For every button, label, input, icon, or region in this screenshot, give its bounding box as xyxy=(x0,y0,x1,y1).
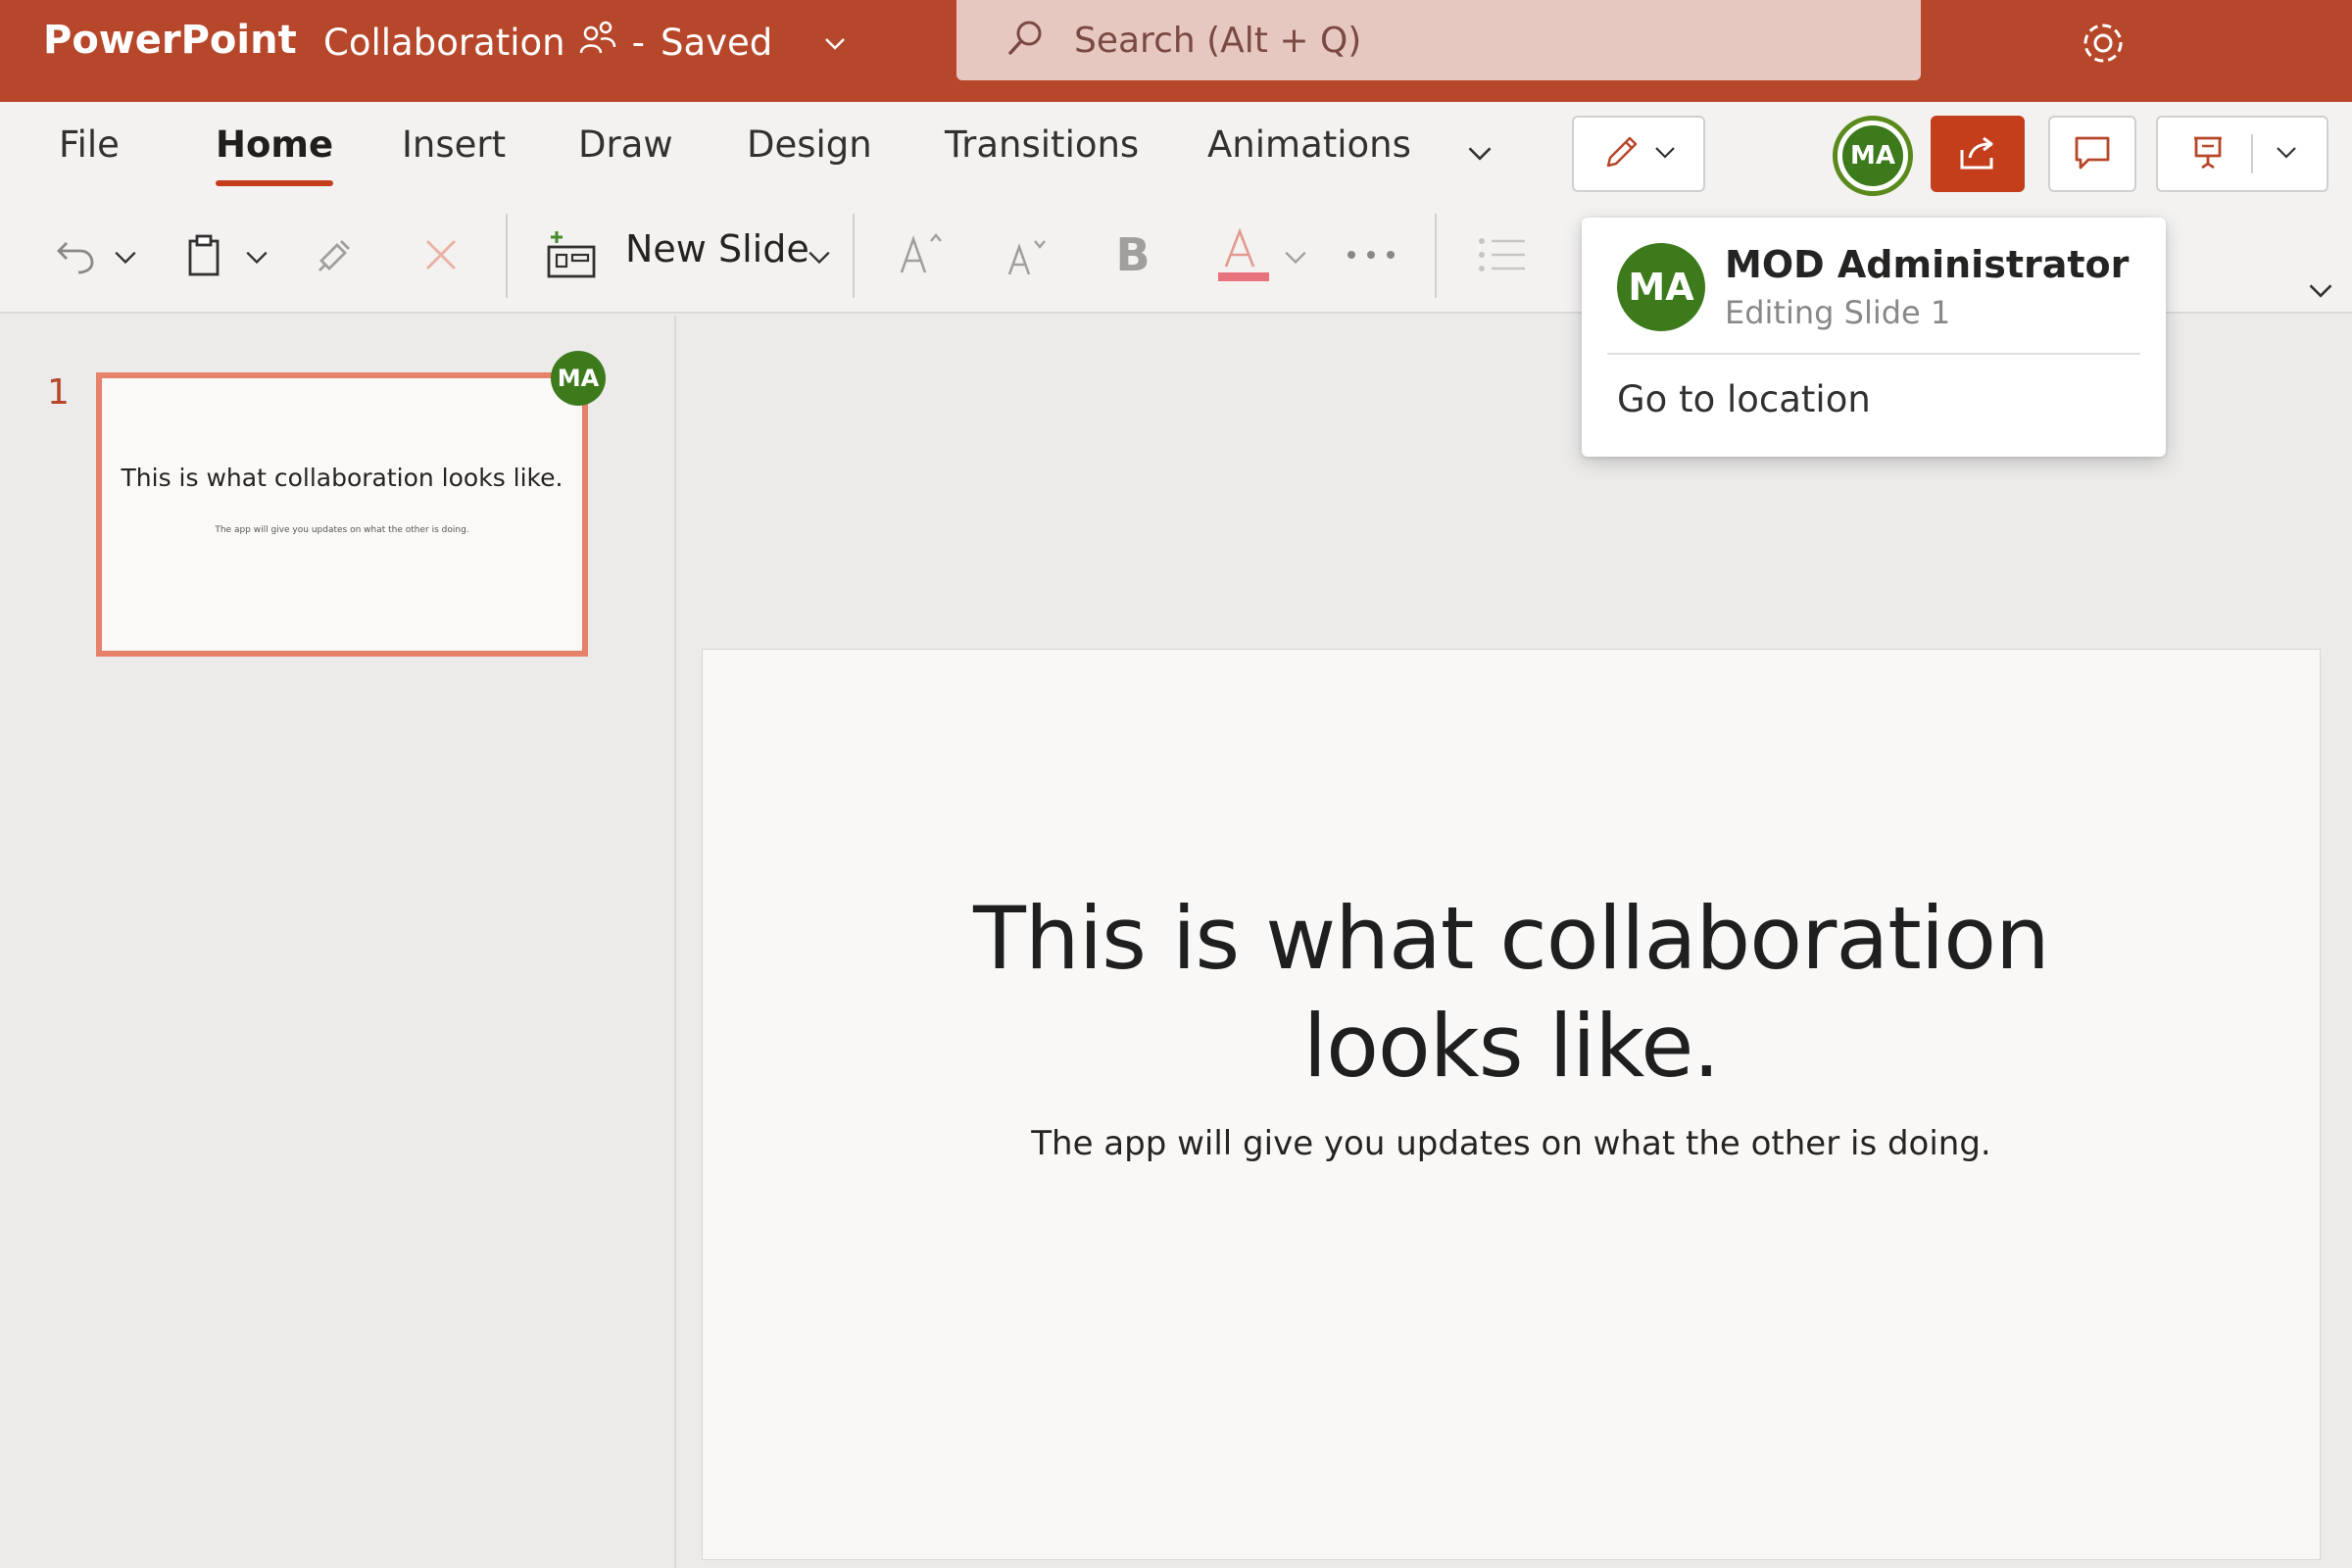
comments-button[interactable] xyxy=(2048,116,2136,192)
title-chevron-down-icon[interactable] xyxy=(823,22,847,64)
new-slide-icon[interactable] xyxy=(541,223,604,286)
new-slide-button[interactable]: New Slide xyxy=(625,227,809,270)
format-painter-icon[interactable] xyxy=(308,227,363,282)
present-icon xyxy=(2186,130,2230,177)
slide-thumbnail[interactable]: This is what collaboration looks like. T… xyxy=(96,372,588,657)
tab-draw[interactable]: Draw xyxy=(578,123,673,166)
slide-title-line: This is what collaboration xyxy=(973,888,2050,989)
slide-title[interactable]: This is what collaboration looks like. xyxy=(703,885,2320,1101)
new-slide-chevron-down-icon[interactable] xyxy=(802,239,837,274)
more-tabs-chevron-icon[interactable] xyxy=(1460,133,1499,172)
slide-canvas[interactable]: This is what collaboration looks like. T… xyxy=(702,649,2321,1560)
thumbnail-subtitle: The app will give you updates on what th… xyxy=(215,525,469,535)
tab-design[interactable]: Design xyxy=(747,123,872,166)
search-placeholder: Search (Alt + Q) xyxy=(1074,20,1362,61)
tab-animations[interactable]: Animations xyxy=(1207,123,1411,166)
increase-font-size-icon[interactable] xyxy=(890,223,953,286)
thumbnail-editor-badge: MA xyxy=(551,351,606,406)
bullets-list-icon[interactable] xyxy=(1470,223,1533,286)
font-color-chevron-down-icon[interactable] xyxy=(1278,239,1313,274)
shared-people-icon xyxy=(579,20,616,66)
delete-x-icon[interactable] xyxy=(414,227,468,282)
slide-thumbnail-panel: 1 This is what collaboration looks like.… xyxy=(0,316,676,1568)
undo-chevron-down-icon[interactable] xyxy=(108,239,143,274)
share-button[interactable] xyxy=(1931,116,2025,192)
pencil-icon xyxy=(1600,130,1643,177)
present-button[interactable] xyxy=(2156,116,2328,192)
collaborator-status: Editing Slide 1 xyxy=(1725,294,1951,331)
search-box[interactable]: Search (Alt + Q) xyxy=(956,0,1921,80)
tab-transitions[interactable]: Transitions xyxy=(945,123,1139,166)
paste-clipboard-icon[interactable] xyxy=(176,227,231,282)
editing-mode-button[interactable] xyxy=(1572,116,1705,192)
go-to-location-link[interactable]: Go to location xyxy=(1617,378,1871,420)
present-chevron-down-icon[interactable] xyxy=(2275,140,2298,168)
slide-number: 1 xyxy=(47,372,70,413)
save-status: Saved xyxy=(660,22,773,64)
more-options-ellipsis-icon[interactable] xyxy=(1345,235,1397,274)
toolbar-separator xyxy=(506,214,508,298)
collaborator-avatar-button[interactable]: MA xyxy=(1833,116,1913,196)
collaborator-name: MOD Administrator xyxy=(1725,243,2130,286)
expand-ribbon-chevron-icon[interactable] xyxy=(2301,270,2340,310)
toolbar-separator xyxy=(1435,214,1437,298)
share-icon xyxy=(1954,128,2001,179)
popup-divider xyxy=(1607,353,2140,355)
app-name[interactable]: PowerPoint xyxy=(43,18,297,63)
font-color-icon[interactable] xyxy=(1209,221,1274,288)
decrease-font-size-icon[interactable] xyxy=(998,227,1056,286)
toolbar-separator xyxy=(853,214,855,298)
bold-icon[interactable]: B xyxy=(1103,223,1162,286)
document-title-area[interactable]: Collaboration - Saved xyxy=(323,20,847,66)
document-title[interactable]: Collaboration xyxy=(323,22,565,64)
search-icon xyxy=(1005,19,1045,62)
chevron-down-icon xyxy=(1653,140,1677,168)
tab-home[interactable]: Home xyxy=(216,123,334,186)
comment-icon xyxy=(2071,130,2114,177)
title-bar: PowerPoint Collaboration - Saved Search … xyxy=(0,0,2352,102)
thumbnail-title: This is what collaboration looks like. xyxy=(121,464,564,492)
slide-subtitle[interactable]: The app will give you updates on what th… xyxy=(703,1124,2320,1163)
collaborator-popup: MA MOD Administrator Editing Slide 1 Go … xyxy=(1582,218,2166,457)
settings-gear-icon[interactable] xyxy=(2076,16,2131,71)
paste-chevron-down-icon[interactable] xyxy=(239,239,274,274)
title-separator: - xyxy=(631,22,645,64)
popup-collaborator-avatar: MA xyxy=(1617,243,1705,331)
present-divider xyxy=(2251,134,2253,173)
slide-title-line: looks like. xyxy=(1302,996,1721,1097)
tab-file[interactable]: File xyxy=(59,123,120,166)
undo-icon[interactable] xyxy=(49,227,104,282)
collaborator-avatar: MA xyxy=(1842,125,1903,186)
tab-insert[interactable]: Insert xyxy=(402,123,506,166)
